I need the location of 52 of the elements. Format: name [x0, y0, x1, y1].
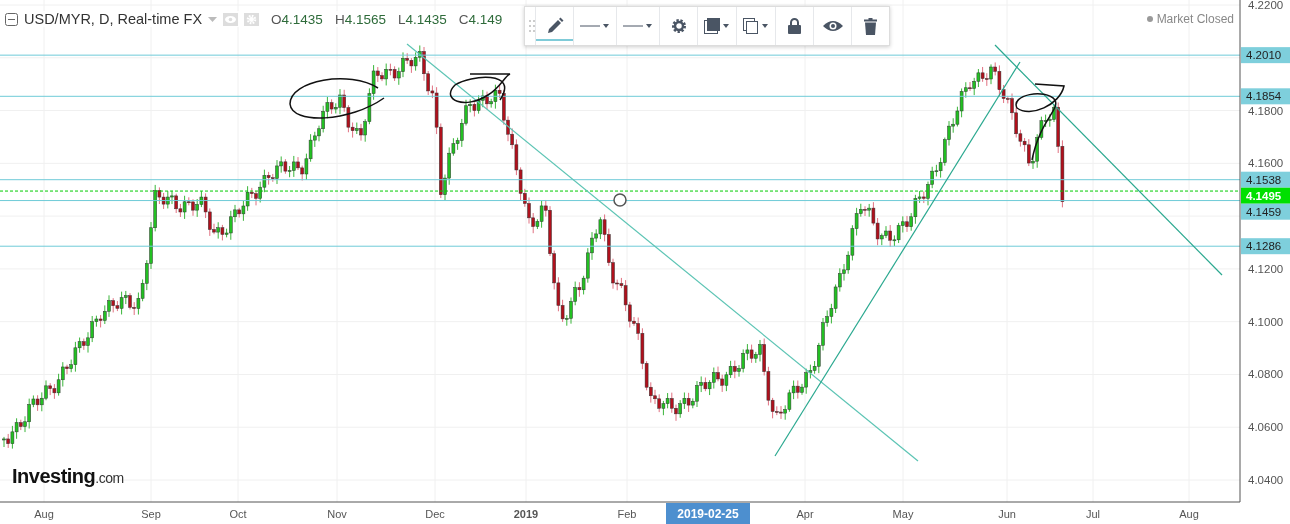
time-axis-label: Sep: [141, 508, 161, 520]
price-tick-label: 4.0800: [1248, 368, 1284, 381]
lock-icon: [788, 18, 801, 34]
logo: Investing.com: [12, 465, 124, 488]
price-tick-label: 4.1800: [1248, 104, 1284, 117]
trash-icon: [864, 17, 877, 35]
ohlc-value: C4.149: [458, 11, 503, 27]
delete-tool-button[interactable]: [851, 7, 889, 45]
settings-tool-button[interactable]: [659, 7, 697, 45]
price-tick-label: 4.1000: [1248, 315, 1284, 328]
hand-drawn-loop: [449, 73, 511, 104]
price-tick-label: 4.2200: [1248, 0, 1284, 11]
time-axis-label: Feb: [617, 508, 637, 520]
visibility-tool-button[interactable]: [813, 7, 851, 45]
price-level-tag: 4.1854: [1241, 88, 1290, 105]
price-level-tag: 4.1538: [1241, 171, 1290, 188]
time-axis-label: Oct: [229, 508, 247, 520]
eye-icon: [822, 20, 843, 32]
time-axis-label: Aug: [1179, 508, 1199, 520]
price-tick-label: 4.0600: [1248, 421, 1284, 434]
cursor-date-tag: 2019-02-25: [666, 503, 750, 524]
price-level-tag: 4.2010: [1241, 47, 1290, 64]
time-axis-label: Jun: [998, 508, 1016, 520]
time-axis-label: Nov: [327, 508, 347, 520]
line-dropdown-icon: [623, 22, 653, 30]
copy-dropdown-icon: [743, 18, 769, 34]
drag-handle-icon[interactable]: [529, 19, 535, 33]
ohlc-value: O4.1435: [271, 11, 323, 27]
fill-tool-button[interactable]: [697, 7, 736, 45]
ohlc-value: H4.1565: [334, 11, 386, 27]
filled-square-dropdown-icon: [704, 18, 730, 34]
ohlc-value: L4.1435: [397, 11, 447, 27]
price-tick-label: 4.1200: [1248, 262, 1284, 275]
clone-tool-button[interactable]: [736, 7, 775, 45]
price-tick-label: 4.0400: [1248, 474, 1284, 486]
line-dropdown-icon: [580, 22, 610, 30]
price-tick-label: 4.1600: [1248, 157, 1284, 170]
lock-tool-button[interactable]: [775, 7, 813, 45]
time-axis-label: 2019: [513, 508, 539, 520]
time-axis-label: Dec: [425, 508, 445, 520]
settings-icon: [670, 18, 687, 34]
pencil-tool-button[interactable]: [535, 7, 573, 45]
symbol-title: USD/MYR, D, Real-time FX: [24, 11, 203, 27]
circle-marker: [613, 193, 627, 207]
time-axis-label: Apr: [796, 508, 814, 520]
pencil-icon: [545, 17, 564, 35]
collapse-icon[interactable]: [5, 12, 18, 26]
time-axis-label: Aug: [34, 508, 54, 520]
time-axis-label: Jul: [1085, 508, 1101, 520]
time-axis-label: May: [892, 508, 914, 520]
price-level-tag: 4.1286: [1241, 238, 1290, 255]
market-status: Market Closed: [1146, 12, 1234, 26]
